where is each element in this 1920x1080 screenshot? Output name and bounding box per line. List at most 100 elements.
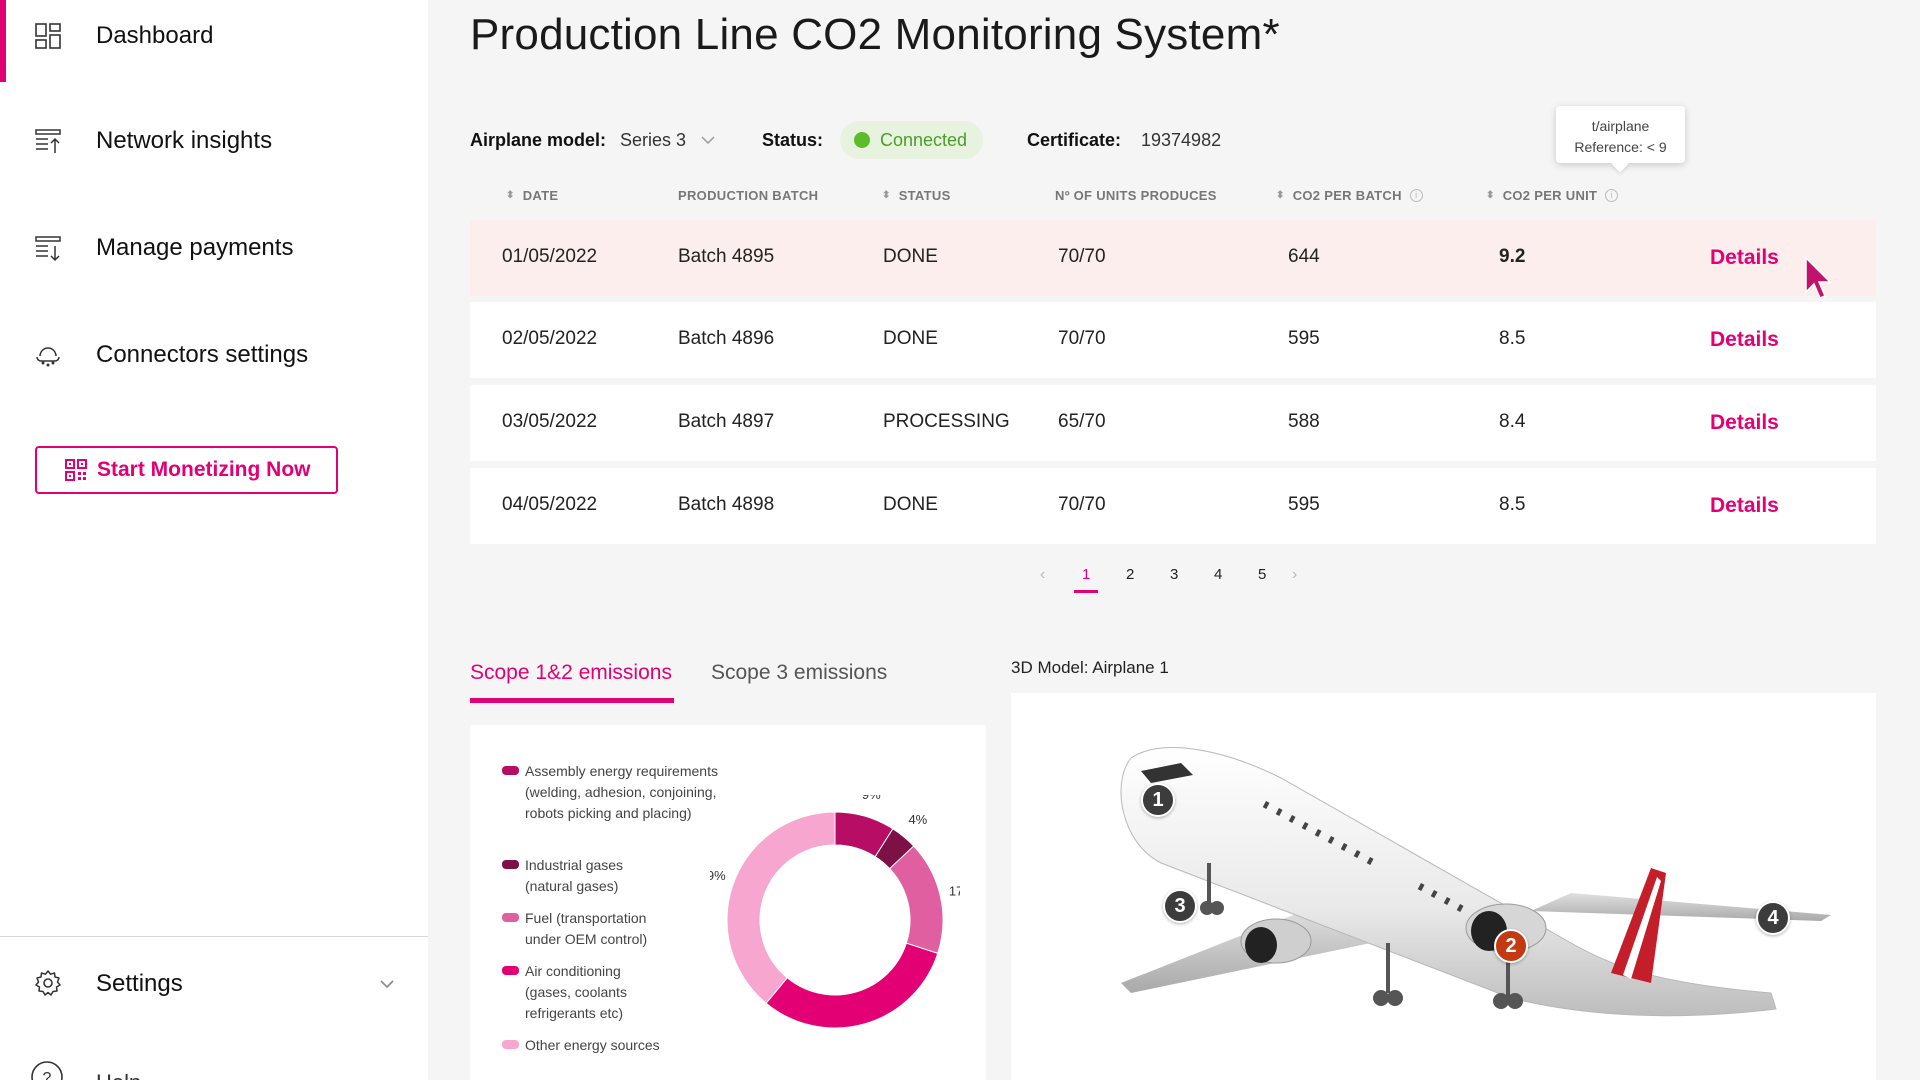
legend-item: Assembly energy requirements (welding, a… — [502, 761, 725, 824]
legend-swatch — [502, 766, 519, 775]
table-row: 01/05/2022 Batch 4895 DONE 70/70 644 9.2… — [470, 220, 1876, 296]
settings-label: Settings — [96, 970, 183, 997]
legend-item: Industrial gases (natural gases) — [502, 855, 645, 897]
page-title: Production Line CO2 Monitoring System* — [470, 10, 1280, 59]
cell-co2-unit: 8.5 — [1499, 494, 1526, 515]
cell-units: 65/70 — [1058, 411, 1106, 432]
legend-label: Assembly energy requirements (welding, a… — [525, 763, 718, 821]
donut-segment — [765, 942, 939, 1029]
tooltip-line-2: Reference: < 9 — [1574, 139, 1667, 155]
hotspot-marker-1[interactable]: 1 — [1141, 783, 1175, 817]
cell-units: 70/70 — [1058, 246, 1106, 267]
network-insights-icon — [35, 129, 61, 153]
cell-co2-unit: 9.2 — [1499, 246, 1526, 267]
sidebar-item-label: Network insights — [96, 127, 273, 154]
legend-label: Air conditioning (gases, coolants refrig… — [525, 963, 627, 1021]
sidebar-item-connectors-settings[interactable]: Connectors settings — [0, 325, 428, 385]
airplane-illustration — [1120, 747, 1831, 1017]
column-header-status[interactable]: ⬍ STATUS — [882, 188, 951, 203]
airplane-model-value: Series 3 — [620, 130, 687, 150]
page-1[interactable]: 1 — [1082, 566, 1090, 583]
legend-label: Fuel (transportation under OEM control) — [525, 910, 648, 947]
cell-co2-unit: 8.4 — [1499, 411, 1526, 432]
details-link[interactable]: Details — [1710, 411, 1779, 435]
table-header: ⬍ DATE PRODUCTION BATCH ⬍ STATUS Nº OF UNI… — [470, 184, 1876, 208]
sidebar-item-dashboard[interactable]: Dashboard — [0, 6, 428, 66]
cell-units: 70/70 — [1058, 328, 1106, 349]
donut-data-label: 4% — [908, 812, 927, 827]
sidebar-item-label: Manage payments — [96, 234, 294, 261]
page-4[interactable]: 4 — [1214, 566, 1222, 583]
emissions-chart-card: Assembly energy requirements (welding, a… — [470, 725, 986, 1080]
start-monetizing-label: Start Monetizing Now — [97, 458, 311, 481]
cell-date: 01/05/2022 — [502, 246, 598, 267]
legend-swatch — [502, 913, 519, 922]
cell-status: PROCESSING — [883, 411, 1010, 432]
info-icon[interactable]: i — [1605, 189, 1619, 202]
details-link[interactable]: Details — [1710, 328, 1779, 352]
sidebar-item-network-insights[interactable]: Network insights — [0, 111, 428, 171]
chevron-down-icon — [701, 136, 715, 145]
status-dot-icon — [854, 132, 870, 148]
airplane-model-viewer[interactable]: 1 2 3 4 — [1011, 693, 1876, 1080]
sidebar-divider — [0, 936, 428, 937]
sidebar-item-label: Connectors settings — [96, 341, 309, 368]
sort-icon: ⬍ — [506, 190, 515, 201]
legend-label: Other energy sources — [525, 1037, 660, 1053]
cell-co2-batch: 588 — [1288, 411, 1320, 432]
help-label: Help — [96, 1070, 141, 1080]
sidebar: Dashboard Network insights Manage paymen… — [0, 0, 428, 1080]
details-link[interactable]: Details — [1710, 246, 1779, 270]
certificate-label: Certificate: — [1027, 130, 1122, 150]
sidebar-item-label: Dashboard — [96, 22, 214, 49]
table-row: 03/05/2022 Batch 4897 PROCESSING 65/70 5… — [470, 385, 1876, 461]
legend-item: Fuel (transportation under OEM control) — [502, 908, 675, 950]
legend-swatch — [502, 860, 519, 869]
cell-co2-unit: 8.5 — [1499, 328, 1526, 349]
hotspot-marker-3[interactable]: 3 — [1163, 889, 1197, 923]
table-row: 02/05/2022 Batch 4896 DONE 70/70 595 8.5… — [470, 302, 1876, 378]
column-header-co2-unit[interactable]: ⬍ CO2 PER UNIT i — [1486, 188, 1619, 203]
dashboard-icon — [35, 23, 61, 49]
cell-units: 70/70 — [1058, 494, 1106, 515]
app-root: Dashboard Network insights Manage paymen… — [0, 0, 1920, 1080]
cell-status: DONE — [883, 246, 938, 267]
page-3[interactable]: 3 — [1170, 566, 1178, 583]
status-value: Connected — [880, 129, 968, 150]
cell-batch: Batch 4896 — [678, 328, 775, 349]
emissions-donut-chart: 9%4%17%31%39% — [710, 795, 960, 1029]
tooltip-line-1: t/airplane — [1591, 118, 1650, 134]
help-menu[interactable]: ? Help — [30, 1060, 230, 1080]
donut-segment — [888, 845, 944, 955]
column-header-date[interactable]: ⬍ DATE — [506, 188, 558, 203]
info-icon[interactable]: i — [1409, 189, 1423, 202]
tab-scope-1-2[interactable]: Scope 1&2 emissions — [470, 661, 672, 685]
column-header-label: CO2 PER UNIT — [1502, 188, 1598, 203]
sidebar-item-manage-payments[interactable]: Manage payments — [0, 218, 428, 278]
page-2[interactable]: 2 — [1126, 566, 1134, 583]
hotspot-marker-4[interactable]: 4 — [1756, 901, 1790, 935]
sort-icon: ⬍ — [1276, 190, 1285, 201]
qr-code-icon — [65, 459, 87, 481]
hotspot-marker-2[interactable]: 2 — [1494, 929, 1528, 963]
start-monetizing-button[interactable]: Start Monetizing Now — [35, 446, 338, 494]
settings-menu[interactable]: Settings — [0, 955, 428, 1011]
donut-segment — [726, 811, 836, 1004]
column-header-units: Nº OF UNITS PRODUCES — [1055, 188, 1217, 203]
cell-batch: Batch 4895 — [678, 246, 775, 267]
airplane-model-select[interactable]: Series 3 — [620, 120, 730, 160]
column-header-label: PRODUCTION BATCH — [678, 188, 819, 203]
legend-swatch — [502, 1040, 519, 1049]
page-5[interactable]: 5 — [1258, 566, 1266, 583]
details-link[interactable]: Details — [1710, 494, 1779, 518]
cell-batch: Batch 4897 — [678, 411, 775, 432]
sort-icon: ⬍ — [882, 190, 891, 201]
tab-scope-3[interactable]: Scope 3 emissions — [711, 661, 887, 685]
mouse-cursor-icon — [1805, 256, 1832, 299]
prev-page-icon[interactable]: ‹ — [1040, 566, 1045, 584]
current-page-indicator — [1074, 590, 1098, 593]
column-header-co2-batch[interactable]: ⬍ CO2 PER BATCH i — [1276, 188, 1423, 203]
co2-per-unit-tooltip: t/airplane Reference: < 9 — [1556, 106, 1685, 163]
column-header-label: STATUS — [898, 188, 951, 203]
next-page-icon[interactable]: › — [1292, 566, 1297, 584]
